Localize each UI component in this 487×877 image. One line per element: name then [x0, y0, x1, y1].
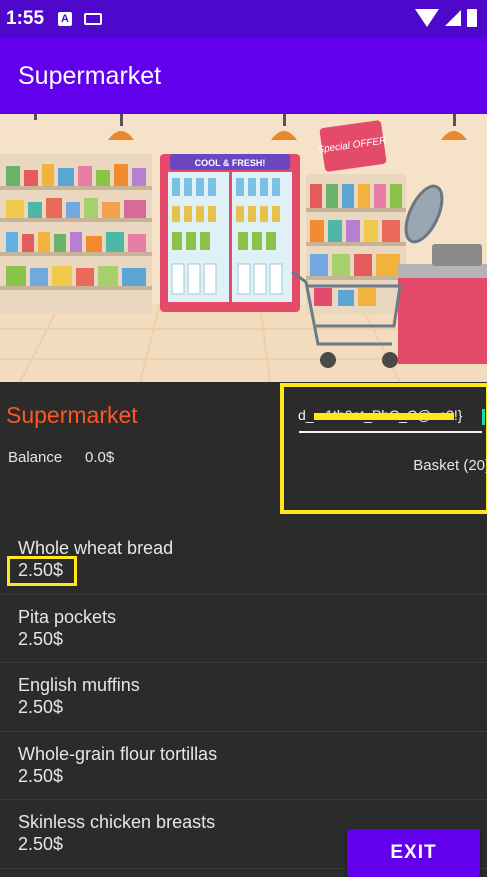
list-item[interactable]: Pita pockets 2.50$ — [0, 595, 487, 663]
app-bar: Supermarket — [0, 38, 487, 114]
keyboard-icon — [84, 13, 103, 25]
product-list: Whole wheat bread 2.50$ Pita pockets 2.5… — [0, 526, 487, 869]
list-item[interactable]: Whole wheat bread 2.50$ — [0, 526, 487, 595]
wifi-icon — [415, 9, 439, 27]
product-price: 2.50$ — [18, 628, 64, 649]
product-price: 2.50$ — [18, 834, 64, 854]
status-time: 1:55 — [6, 8, 45, 29]
app-bar-title: Supermarket — [18, 61, 162, 90]
balance-value: 0.0$ — [85, 449, 115, 466]
input-underline — [299, 431, 482, 433]
svg-text:COOL & FRESH!: COOL & FRESH! — [195, 158, 266, 168]
product-price: 2.50$ — [18, 697, 64, 717]
product-price: 2.50$ — [18, 765, 64, 786]
product-name: English muffins — [18, 675, 140, 695]
redaction-mark — [314, 413, 454, 420]
list-item[interactable]: English muffins 2.50$ — [0, 663, 487, 732]
product-name: Whole-grain flour tortillas — [18, 743, 218, 764]
product-price: 2.50$ — [18, 560, 64, 580]
battery-icon — [467, 9, 477, 27]
section-title: Supermarket — [6, 402, 138, 428]
basket-button[interactable]: Basket (20) — [413, 457, 487, 474]
supermarket-illustration: COOL & FRESH! Special OFFER — [0, 114, 487, 382]
notification-a-icon: A — [58, 12, 73, 26]
product-name: Skinless chicken breasts — [18, 812, 216, 832]
text-cursor — [482, 409, 485, 425]
list-item[interactable]: Whole-grain flour tortillas 2.50$ — [0, 732, 487, 800]
signal-icon — [445, 10, 461, 26]
balance-label: Balance — [8, 449, 63, 466]
product-name: Pita pockets — [18, 606, 117, 627]
status-bar: 1:55 A — [0, 0, 487, 38]
code-basket-highlight: d_...1th0at_PhC_C@..c3!} Basket (20) — [280, 383, 487, 514]
